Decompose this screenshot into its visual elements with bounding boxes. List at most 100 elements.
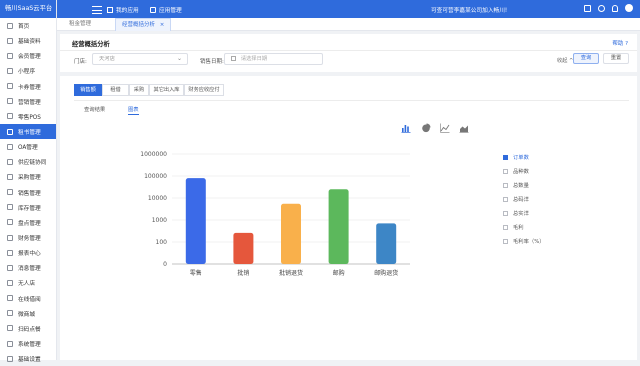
menu-item-icon [7, 340, 13, 347]
x-tick-label: 邮购 [333, 269, 345, 277]
sidebar-item[interactable]: 报表中心 [0, 245, 56, 260]
tab-rent-manage[interactable]: 租金管理 [63, 18, 97, 31]
sidebar-item[interactable]: 供应链协同 [0, 154, 56, 169]
pie-chart-icon[interactable] [421, 123, 431, 133]
menu-item-icon [7, 52, 13, 59]
sidebar-item[interactable]: 系统管理 [0, 336, 56, 351]
x-tick-label: 零售 [190, 269, 202, 277]
date-picker[interactable]: 请选择日期 [224, 53, 323, 65]
sidebar-item[interactable]: 在线借阅 [0, 291, 56, 306]
legend-item[interactable]: 品种数 [503, 167, 529, 175]
sidebar-item[interactable]: 零售POS [0, 109, 56, 124]
sidebar-item-label: 供应链协同 [18, 160, 47, 167]
query-button[interactable]: 查询 [573, 53, 599, 64]
help-link[interactable]: 帮助 ? [612, 39, 628, 47]
checkbox-icon[interactable] [503, 224, 508, 230]
checkbox-icon[interactable] [503, 168, 508, 174]
store-select[interactable]: 天河店 ⌄ [92, 53, 188, 65]
apps-icon [150, 6, 156, 13]
y-tick-label: 1000 [152, 217, 167, 224]
sidebar-item[interactable]: 盘点管理 [0, 215, 56, 230]
sidebar-item-label: 库存管理 [18, 205, 41, 212]
menu-item-icon [7, 295, 13, 302]
checkbox-icon[interactable] [503, 196, 508, 202]
sidebar-item-label: 扫码点餐 [18, 326, 41, 333]
notification-icon[interactable] [612, 4, 618, 12]
collapse-toggle[interactable]: 收起 ^ [557, 57, 573, 64]
checkbox-icon[interactable] [503, 182, 508, 188]
sidebar-item[interactable]: 微商城 [0, 306, 56, 321]
view-tab[interactable]: 查询结果 [84, 105, 105, 113]
my-apps-link[interactable]: 我的应用 [107, 5, 139, 14]
bar-chart-icon[interactable] [401, 123, 411, 133]
line-chart-icon[interactable] [440, 123, 450, 133]
menu-item-icon [7, 249, 13, 256]
bar [233, 232, 254, 264]
sidebar-item-label: 会员管理 [18, 54, 41, 61]
legend-item[interactable]: 总数量 [503, 181, 529, 189]
notice-text: 可查可营李嘉某公司加入畅川! [431, 8, 508, 14]
menu-item-icon [7, 234, 13, 241]
app-title: 畅川SaaS云平台 [0, 0, 56, 18]
menu-item-icon [7, 279, 13, 286]
legend-label: 总数量 [513, 183, 529, 189]
legend-item[interactable]: 总码洋 [503, 195, 529, 203]
menu-item-icon [7, 325, 13, 332]
legend-item[interactable]: 毛利 [503, 223, 524, 231]
y-tick-label: 1000000 [140, 151, 167, 158]
sidebar-item[interactable]: 卡券管理 [0, 79, 56, 94]
reset-button[interactable]: 重置 [603, 53, 629, 64]
category-tab[interactable]: 租借 [102, 84, 129, 96]
user-avatar[interactable] [625, 4, 633, 12]
category-tab[interactable]: 其它出入库 [149, 84, 184, 96]
checkbox-icon[interactable] [503, 238, 508, 244]
checkbox-icon[interactable] [503, 154, 508, 160]
bar [328, 189, 349, 264]
settings-icon[interactable] [598, 4, 605, 12]
sidebar-item[interactable]: 无人店 [0, 275, 56, 290]
date-placeholder: 请选择日期 [240, 56, 268, 62]
category-tab[interactable]: 财务应收应付 [184, 84, 224, 96]
sidebar-item[interactable]: 库存管理 [0, 200, 56, 215]
sidebar-item[interactable]: 会员管理 [0, 48, 56, 63]
sidebar-item-label: 首页 [18, 24, 30, 31]
sidebar-item[interactable]: OA管理 [0, 139, 56, 154]
sidebar-item[interactable]: 采购管理 [0, 169, 56, 184]
close-icon[interactable]: × [160, 22, 165, 28]
sidebar-item[interactable]: 销售管理 [0, 185, 56, 200]
menu-item-icon [7, 83, 13, 90]
category-tab[interactable]: 销售额 [74, 84, 102, 96]
sidebar-item[interactable]: 基础资料 [0, 33, 56, 48]
app-manage-link[interactable]: 应用管理 [150, 5, 182, 14]
sidebar-item[interactable]: 基础设置 [0, 351, 56, 366]
menu-toggle-icon[interactable] [92, 4, 102, 15]
legend-item[interactable]: 订单数 [503, 153, 529, 161]
legend-label: 毛利率（%） [513, 239, 545, 245]
menu-item-icon [7, 204, 13, 211]
bar [185, 178, 206, 264]
legend-item[interactable]: 总实洋 [503, 209, 529, 217]
tab-business-analysis[interactable]: 经营概括分析 × [115, 18, 172, 31]
sidebar-item-label: 基础资料 [18, 39, 41, 46]
sidebar-item[interactable]: 租书管理 [0, 123, 56, 140]
y-tick-label: 100 [156, 239, 168, 246]
area-chart-icon[interactable] [459, 123, 469, 133]
sidebar-item[interactable]: 消息管理 [0, 260, 56, 275]
checkbox-icon[interactable] [503, 210, 508, 216]
view-tab[interactable]: 图表 [128, 105, 139, 115]
sidebar-item-label: 采购管理 [18, 175, 41, 182]
sidebar-item[interactable]: 首页 [0, 18, 56, 33]
legend-item[interactable]: 毛利率（%） [503, 237, 545, 245]
app-manage-label: 应用管理 [159, 8, 182, 14]
sidebar-item[interactable]: 财务管理 [0, 230, 56, 245]
sidebar-item-label: 基础设置 [18, 357, 41, 364]
sidebar-item-label: 租书管理 [18, 130, 41, 137]
sidebar-item[interactable]: 营销管理 [0, 94, 56, 109]
category-tab[interactable]: 采购 [129, 84, 149, 96]
sidebar-item[interactable]: 小程序 [0, 63, 56, 78]
sidebar-item[interactable]: 扫码点餐 [0, 321, 56, 336]
tab-bar: 租金管理 经营概括分析 × [57, 18, 640, 31]
home-icon[interactable] [584, 4, 591, 12]
legend-label: 总实洋 [513, 211, 529, 217]
menu-item-icon [7, 37, 13, 44]
